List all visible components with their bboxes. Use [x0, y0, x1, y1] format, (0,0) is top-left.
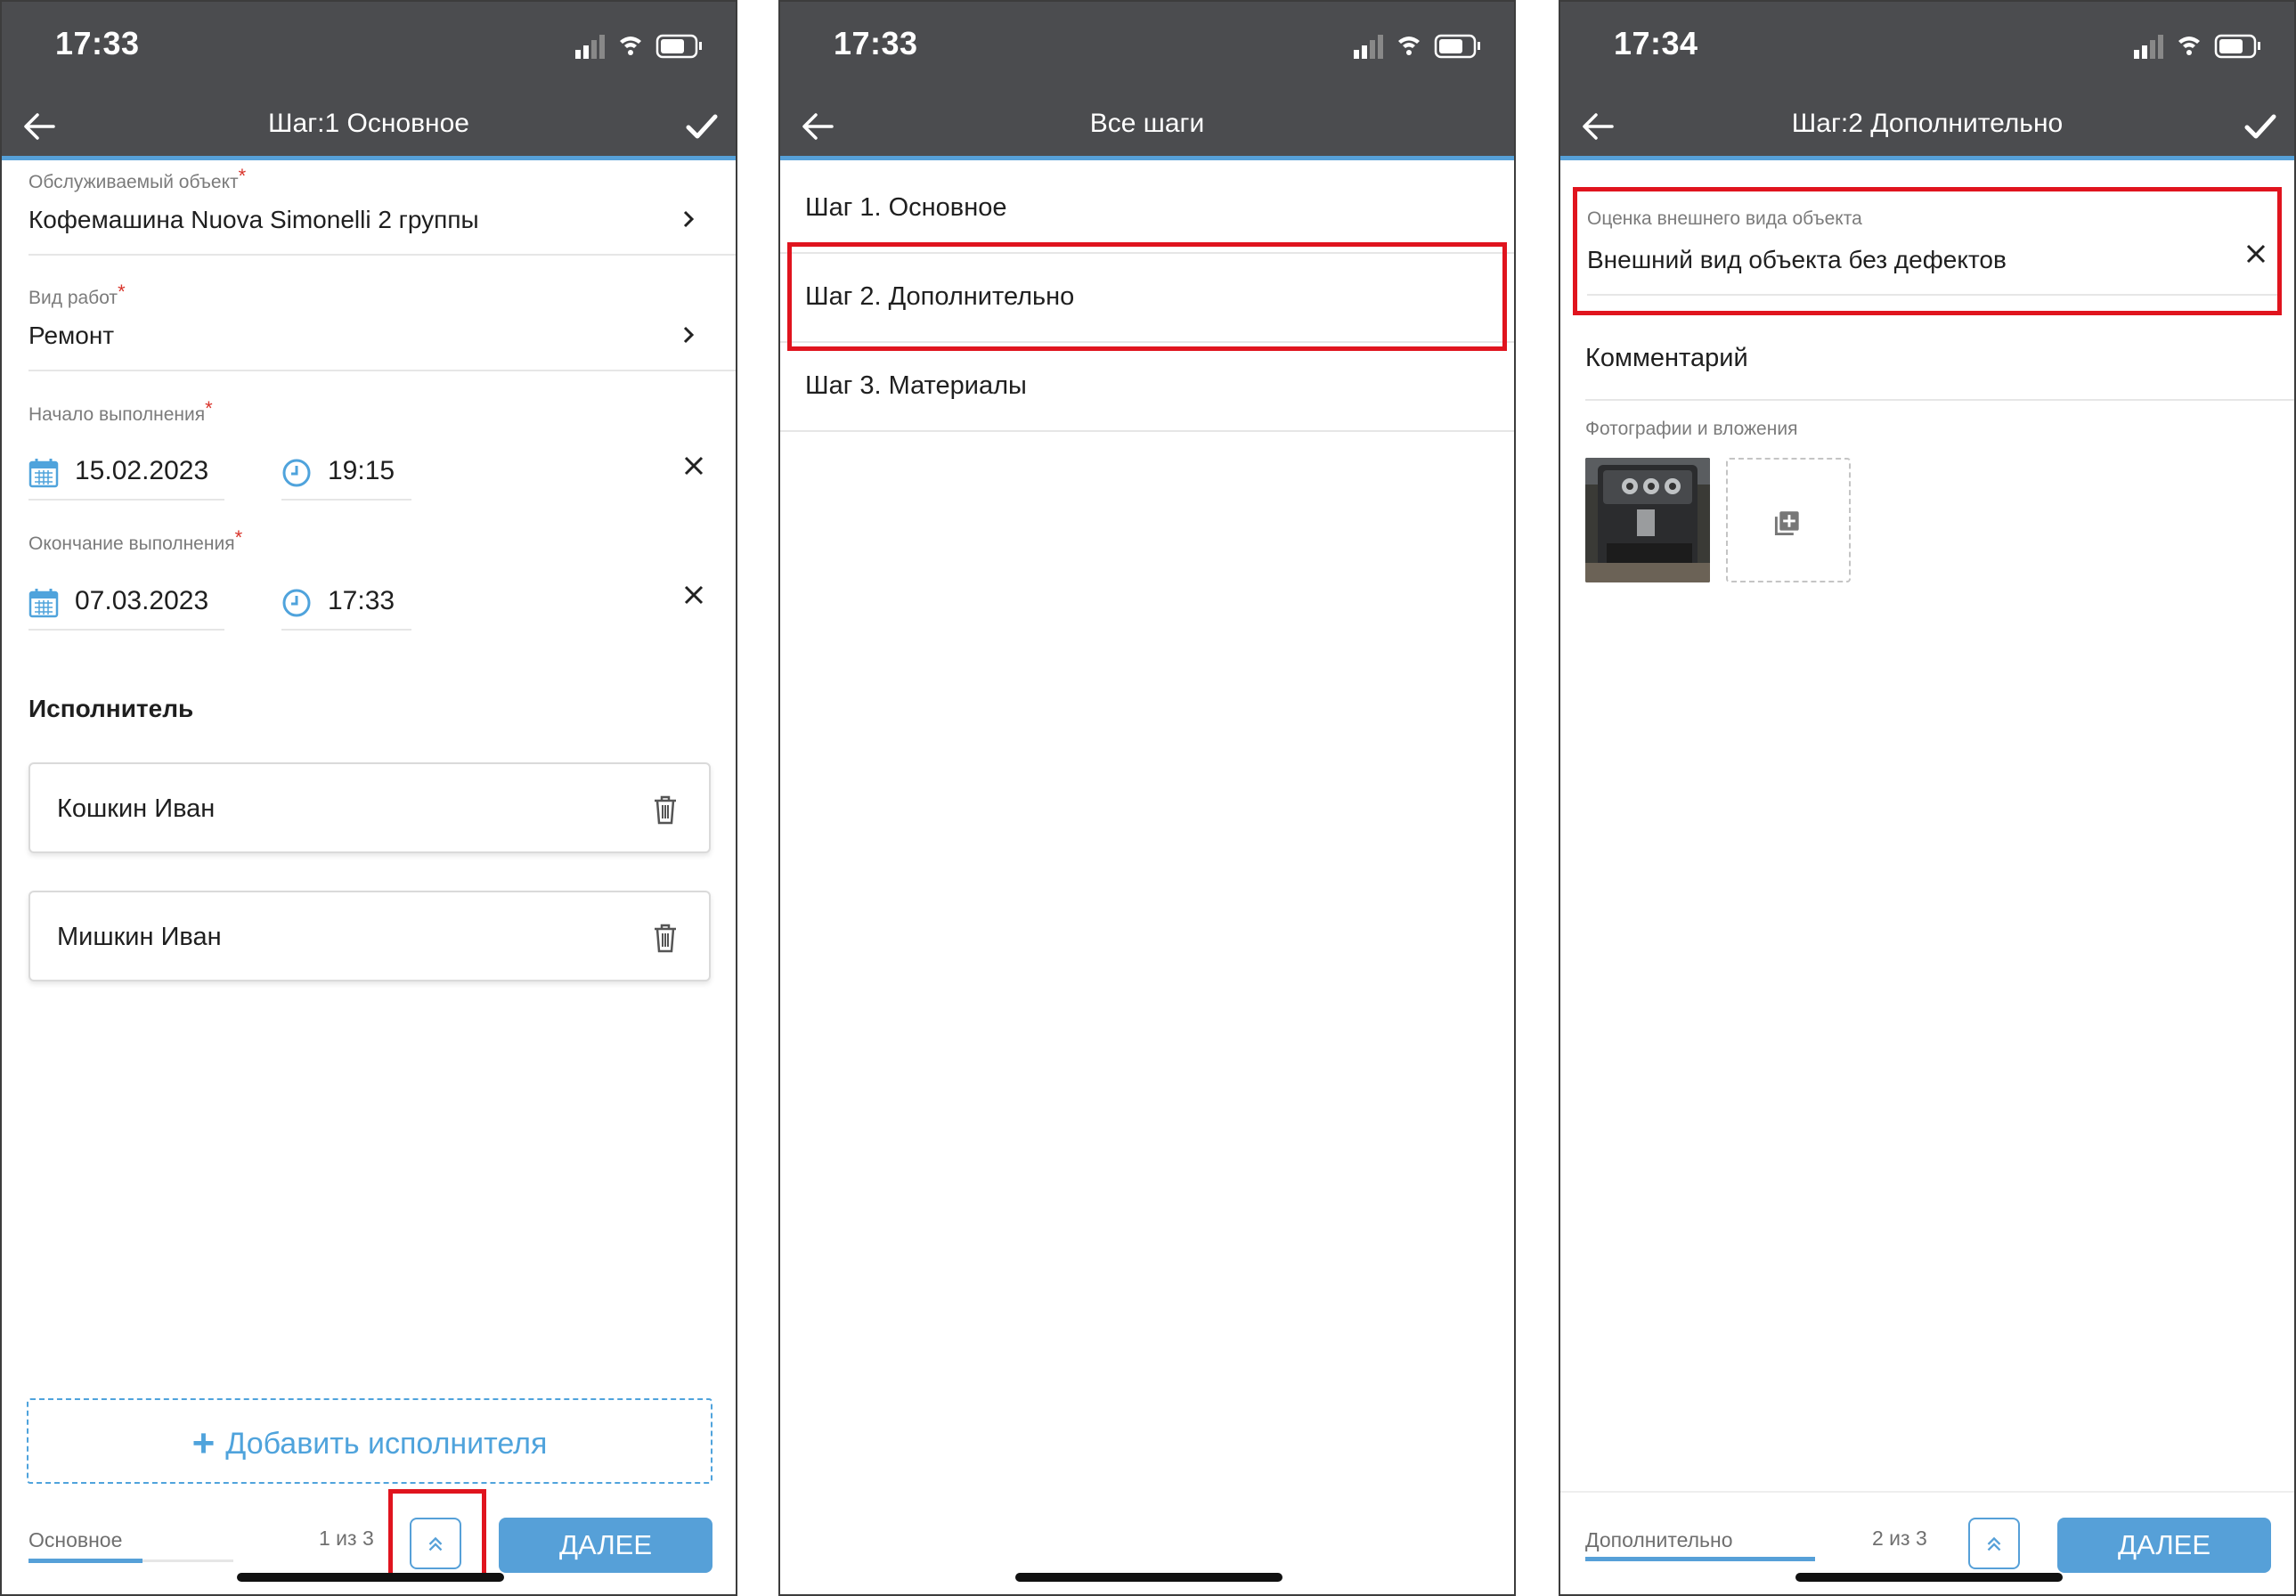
photos-label: Фотографии и вложения	[1585, 419, 1798, 439]
nav-bar: Шаг:1 Основное	[2, 91, 736, 160]
screen-all-steps: 17:33 Все шаги Шаг 1. Основное Шаг 2. До…	[778, 0, 1516, 1596]
step-counter: 2 из 3	[1872, 1527, 1927, 1550]
executor-section-title: Исполнитель	[28, 695, 194, 722]
step-counter: 1 из 3	[319, 1527, 374, 1550]
object-value: Кофемашина Nuova Simonelli 2 группы	[28, 206, 479, 233]
required-mark: *	[238, 165, 247, 187]
add-executor-button[interactable]: + Добавить исполнителя	[27, 1398, 712, 1484]
start-date-input[interactable]: 15.02.2023	[28, 438, 224, 501]
executor-name: Кошкин Иван	[57, 794, 216, 823]
required-mark: *	[205, 397, 213, 419]
status-time: 17:33	[55, 25, 140, 61]
home-indicator	[237, 1573, 504, 1582]
bottom-panel: + Добавить исполнителя Основное 1 из 3 ДА…	[2, 1370, 736, 1594]
highlight-box	[787, 242, 1507, 351]
screen-step-1: 17:33 Шаг:1 Основное Обслуживаемый объек…	[0, 0, 737, 1596]
clear-start-icon[interactable]	[682, 454, 705, 477]
page-title: Шаг:2 Дополнительно	[1791, 109, 2064, 138]
add-attachment-icon	[1774, 511, 1799, 535]
object-label: Обслуживаемый объект	[28, 172, 239, 192]
clock-icon	[282, 589, 311, 617]
next-button[interactable]: ДАЛЕЕ	[2057, 1518, 2271, 1573]
executor-name: Мишкин Иван	[57, 923, 222, 951]
highlight-box	[1573, 187, 2282, 315]
chevron-right-icon	[683, 210, 695, 228]
all-steps-button[interactable]	[1968, 1518, 2020, 1569]
end-time-input[interactable]: 17:33	[281, 568, 411, 631]
plus-icon: +	[191, 1421, 216, 1465]
screen-step-2: 17:34 Шаг:2 Дополнительно Оценка внешнег…	[1559, 0, 2296, 1596]
trash-icon[interactable]	[652, 923, 679, 953]
start-date-value: 15.02.2023	[75, 456, 209, 485]
double-chevron-up-icon	[1987, 1536, 2001, 1551]
status-bar: 17:33	[780, 2, 1514, 91]
calendar-icon	[28, 459, 59, 488]
next-button[interactable]: ДАЛЕЕ	[499, 1518, 712, 1573]
comment-field[interactable]: Комментарий	[1585, 331, 2294, 401]
step-label: Шаг 3. Материалы	[805, 371, 1027, 400]
chevron-right-icon	[683, 326, 695, 344]
start-time-input[interactable]: 19:15	[281, 438, 411, 501]
progress-fill	[1585, 1557, 1815, 1561]
clock-icon	[282, 459, 311, 487]
save-check-icon[interactable]	[684, 109, 720, 144]
photo-thumbnail[interactable]	[1585, 458, 1710, 582]
add-photo-button[interactable]	[1726, 458, 1851, 582]
home-indicator	[1015, 1573, 1282, 1582]
end-label: Окончание выполнения	[28, 533, 235, 554]
highlight-box	[388, 1489, 486, 1578]
step-item-1[interactable]: Шаг 1. Основное	[780, 165, 1514, 254]
trash-icon[interactable]	[652, 794, 679, 825]
end-time-value: 17:33	[328, 586, 395, 615]
step-label: Шаг 1. Основное	[805, 193, 1007, 222]
status-time: 17:33	[834, 25, 918, 61]
end-date-value: 07.03.2023	[75, 586, 209, 615]
nav-bar: Все шаги	[780, 91, 1514, 160]
status-icons	[575, 34, 702, 59]
footer-step-name: Дополнительно	[1585, 1528, 1733, 1551]
object-field[interactable]: Обслуживаемый объект* Кофемашина Nuova S…	[28, 165, 736, 256]
required-mark: *	[118, 281, 126, 303]
work-type-label: Вид работ	[28, 288, 118, 308]
nav-bar: Шаг:2 Дополнительно	[1560, 91, 2294, 160]
executor-card[interactable]: Кошкин Иван	[28, 762, 711, 853]
executor-card[interactable]: Мишкин Иван	[28, 891, 711, 981]
status-icons	[1354, 34, 1480, 59]
status-bar: 17:33	[2, 2, 736, 91]
work-type-value: Ремонт	[28, 322, 115, 349]
work-type-field[interactable]: Вид работ* Ремонт	[28, 281, 736, 371]
comment-placeholder: Комментарий	[1585, 344, 1748, 372]
page-title: Шаг:1 Основное	[268, 109, 469, 138]
coffee-machine-image	[1585, 458, 1710, 582]
status-icons	[2134, 34, 2260, 59]
calendar-icon	[28, 589, 59, 618]
progress-fill	[28, 1559, 142, 1563]
footer-step-name: Основное	[28, 1528, 123, 1551]
save-check-icon[interactable]	[2243, 109, 2278, 144]
home-indicator	[1795, 1573, 2063, 1582]
status-time: 17:34	[1614, 25, 1698, 61]
required-mark: *	[234, 526, 243, 549]
start-label: Начало выполнения	[28, 404, 206, 425]
step-item-3[interactable]: Шаг 3. Материалы	[780, 343, 1514, 432]
status-bar: 17:34	[1560, 2, 2294, 91]
end-date-input[interactable]: 07.03.2023	[28, 568, 224, 631]
clear-end-icon[interactable]	[682, 583, 705, 607]
add-executor-label: Добавить исполнителя	[225, 1427, 548, 1461]
page-title: Все шаги	[1089, 109, 1205, 138]
start-time-value: 19:15	[328, 456, 395, 485]
footer-divider	[1560, 1491, 2294, 1493]
